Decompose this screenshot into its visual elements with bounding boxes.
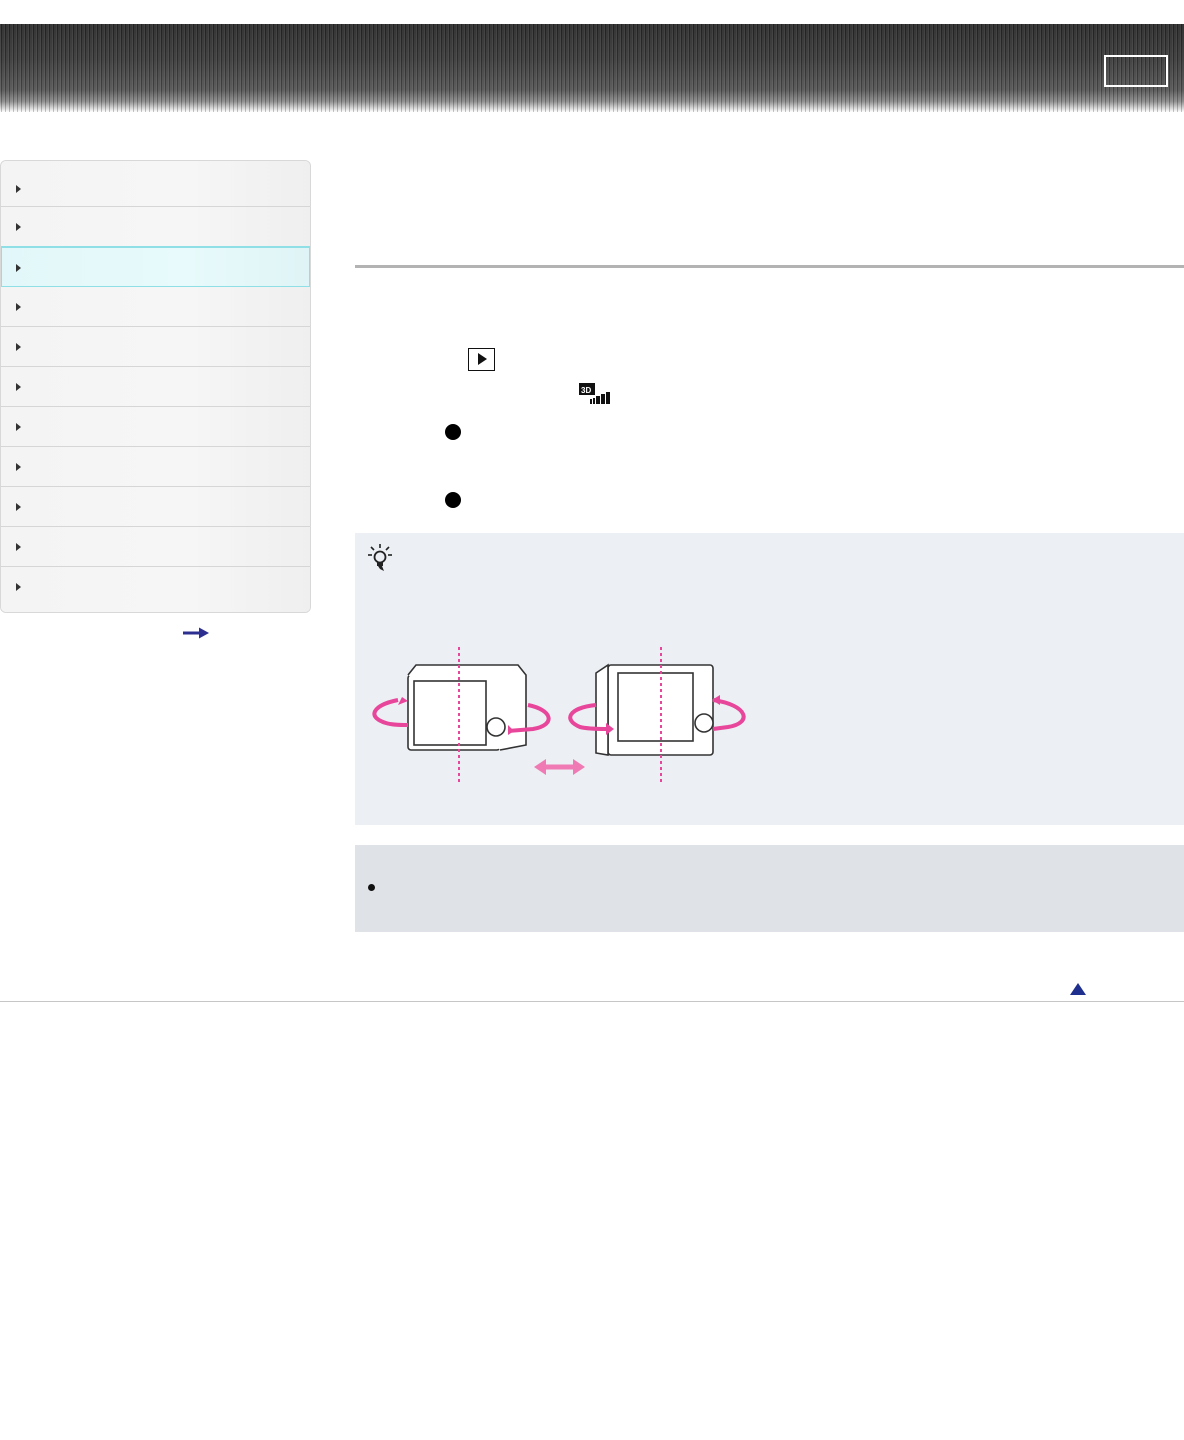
arrow-icon [16, 423, 21, 431]
sidebar-nav [0, 160, 311, 613]
svg-text:3D: 3D [581, 386, 591, 395]
note-box [355, 845, 1184, 932]
sidebar-item-9[interactable] [1, 487, 310, 527]
sidebar-item-1[interactable] [1, 161, 310, 207]
footer-divider [0, 1001, 1184, 1002]
header-button[interactable] [1104, 55, 1168, 87]
sidebar-item-7[interactable] [1, 407, 310, 447]
page-top-icon[interactable] [1070, 983, 1086, 996]
arrow-icon [16, 543, 21, 551]
sidebar-item-8[interactable] [1, 447, 310, 487]
arrow-icon [16, 383, 21, 391]
arrow-icon [16, 583, 21, 591]
arrow-icon [16, 343, 21, 351]
sidebar-item-3[interactable] [1, 246, 310, 288]
title-divider [355, 265, 1184, 268]
playback-icon [468, 348, 495, 371]
3d-sweep-panorama-icon: 3D [579, 383, 610, 404]
arrow-icon [16, 185, 21, 193]
sidebar-item-5[interactable] [1, 327, 310, 367]
bullet-2-dot [445, 492, 461, 508]
camera-rotation-illustration [372, 647, 746, 785]
arrow-icon [16, 503, 21, 511]
right-arrow-icon[interactable] [183, 627, 209, 639]
arrow-icon [16, 463, 21, 471]
sidebar-item-10[interactable] [1, 527, 310, 567]
arrow-icon [16, 223, 21, 231]
sidebar-item-11[interactable] [1, 567, 310, 612]
note-bullet-dot [368, 884, 375, 891]
arrow-icon [16, 264, 21, 272]
hint-bulb-icon [368, 544, 392, 571]
sidebar-item-6[interactable] [1, 367, 310, 407]
bullet-1-dot [445, 424, 461, 440]
sidebar-item-2[interactable] [1, 207, 310, 247]
arrow-icon [16, 303, 21, 311]
header-bar [0, 24, 1184, 112]
sidebar-item-4[interactable] [1, 287, 310, 327]
